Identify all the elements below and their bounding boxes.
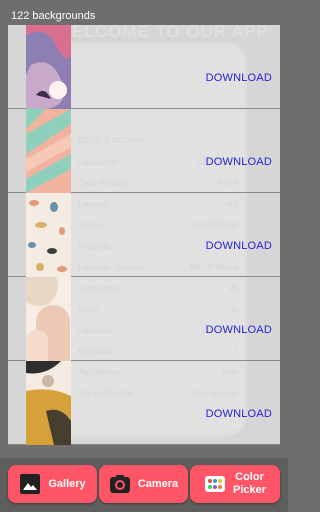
camera-icon [109, 473, 131, 495]
camera-button[interactable]: Camera [99, 465, 188, 503]
palette-icon [204, 473, 226, 495]
background-thumbnail[interactable] [26, 25, 71, 109]
download-link[interactable]: DOWNLOAD [206, 72, 272, 84]
right-gutter [280, 25, 288, 458]
color-picker-label-line1: Color [235, 471, 264, 483]
color-picker-button[interactable]: Color Picker [190, 465, 280, 503]
camera-label: Camera [137, 477, 179, 490]
background-thumbnail[interactable] [26, 109, 71, 193]
gallery-button[interactable]: Gallery [8, 465, 97, 503]
list-item[interactable]: DOWNLOAD [8, 109, 280, 193]
image-icon [19, 473, 41, 495]
list-item[interactable]: DOWNLOAD [8, 361, 280, 445]
gallery-label: Gallery [48, 477, 86, 490]
background-thumbnail[interactable] [26, 277, 71, 361]
color-picker-label: Color Picker [233, 471, 266, 497]
background-list[interactable]: DOWNLOAD DOWNLOAD DOWNLOAD DOWNLOAD DOWN… [8, 25, 280, 458]
list-item[interactable]: DOWNLOAD [8, 25, 280, 109]
list-item[interactable]: DOWNLOAD [8, 193, 280, 277]
color-picker-label-line2: Picker [232, 484, 267, 496]
download-link[interactable]: DOWNLOAD [206, 324, 272, 336]
background-thumbnail[interactable] [26, 361, 71, 445]
download-link[interactable]: DOWNLOAD [206, 156, 272, 168]
download-link[interactable]: DOWNLOAD [206, 240, 272, 252]
background-thumbnail[interactable] [26, 193, 71, 277]
download-link[interactable]: DOWNLOAD [206, 408, 272, 420]
backgrounds-count-header: 122 backgrounds [8, 8, 280, 25]
left-gutter [0, 25, 8, 458]
list-item[interactable]: DOWNLOAD [8, 277, 280, 361]
